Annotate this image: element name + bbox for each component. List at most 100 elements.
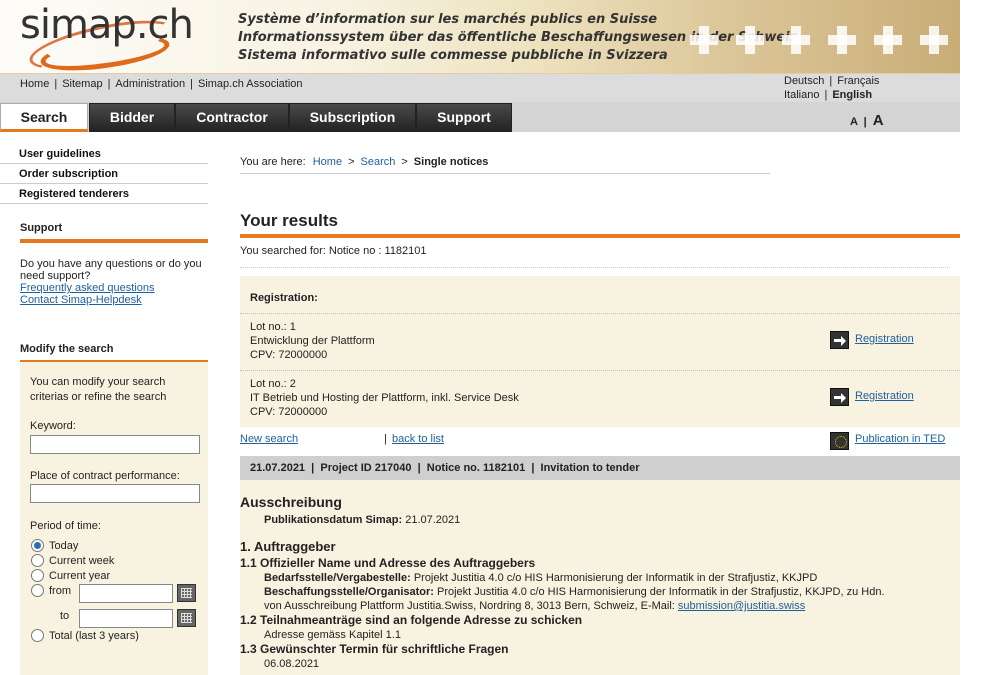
radio-today-label: Today	[49, 540, 79, 552]
radio-total[interactable]	[31, 629, 44, 642]
section-1-1: 1.1 Offizieller Name und Adresse des Auf…	[240, 556, 536, 570]
link-sitemap[interactable]: Sitemap	[62, 78, 102, 90]
breadcrumb-separator: >	[348, 156, 355, 168]
place-label: Place of contract performance:	[30, 470, 180, 482]
font-small-button[interactable]: A	[850, 116, 858, 128]
swiss-cross-icon	[736, 26, 764, 54]
lot-details: Lot no.: 1 Entwicklung der Plattform CPV…	[250, 320, 375, 362]
radio-total-label: Total (last 3 years)	[49, 630, 139, 642]
page-title: Your results	[240, 211, 960, 238]
registration-link[interactable]: Registration	[855, 390, 914, 402]
beschaffungsstelle: Beschaffungsstelle/Organisator: Projekt …	[264, 586, 885, 598]
arrow-right-icon[interactable]	[830, 331, 849, 349]
breadcrumb: You are here: Home > Search > Single notices	[240, 156, 770, 174]
back-to-list-link[interactable]: back to list	[392, 433, 444, 445]
place-input[interactable]	[30, 484, 200, 503]
beschaff-value: Projekt Justitia 4.0 c/o HIS Harmonisier…	[437, 586, 885, 598]
header-banner: simap.ch Système d’information sur les m…	[0, 0, 960, 73]
breadcrumb-search[interactable]: Search	[361, 156, 396, 168]
lang-deutsch[interactable]: Deutsch	[784, 75, 824, 87]
support-text: Do you have any questions or do you need…	[20, 258, 202, 282]
lang-english: English	[832, 89, 873, 101]
radio-current-week-label: Current week	[49, 555, 115, 567]
lot-number: Lot no.: 2	[250, 378, 296, 390]
beschaff-label: Beschaffungsstelle/Organisator:	[264, 586, 434, 598]
language-switcher: Deutsch | Français Italiano | English	[784, 74, 879, 102]
tab-subscription[interactable]: Subscription	[289, 103, 416, 132]
swiss-cross-icon	[920, 26, 948, 54]
date-to-input[interactable]	[79, 609, 173, 628]
lot-name: Entwicklung der Plattform	[250, 335, 375, 347]
lang-francais[interactable]: Français	[837, 75, 879, 87]
separator: |	[54, 78, 58, 90]
section-1-3: 1.3 Gewünschter Termin für schriftliche …	[240, 642, 509, 656]
lot-number: Lot no.: 1	[250, 321, 296, 333]
radio-current-year[interactable]	[31, 569, 44, 582]
radio-from[interactable]	[31, 584, 44, 597]
swiss-cross-icon	[874, 26, 902, 54]
registration-box: Registration: Lot no.: 1 Entwicklung der…	[240, 276, 960, 427]
tagline-it: Sistema informativo sulle commesse pubbl…	[238, 48, 668, 63]
tab-contractor[interactable]: Contractor	[175, 103, 289, 132]
main-tabs: Search Bidder Contractor Subscription Su…	[0, 102, 960, 132]
tab-bidder[interactable]: Bidder	[89, 103, 175, 132]
registration-link[interactable]: Registration	[855, 333, 914, 345]
section-auftraggeber: 1. Auftraggeber	[240, 539, 336, 554]
top-links: Home | Sitemap | Administration | Simap.ch Ass…	[20, 78, 303, 90]
sidebar-item-user-guidelines[interactable]: User guidelines	[0, 144, 208, 164]
sidebar-item-registered-tenderers[interactable]: Registered tenderers	[0, 184, 208, 204]
new-search-link[interactable]: New search	[240, 433, 298, 445]
pub-value: 21.07.2021	[405, 514, 461, 526]
separator: |	[863, 116, 867, 128]
logo-text: simap.ch	[20, 2, 194, 48]
breadcrumb-current: Single notices	[413, 156, 489, 168]
searched-for-text: You searched for: Notice no : 1182101	[240, 245, 950, 268]
simap-logo[interactable]: simap.ch	[18, 0, 228, 73]
lot-item: Lot no.: 1 Entwicklung der Plattform CPV…	[240, 313, 960, 369]
publication-date: Publikationsdatum Simap: 21.07.2021	[264, 514, 460, 526]
separator: |	[829, 75, 833, 87]
date-from-input[interactable]	[79, 584, 173, 603]
tab-search[interactable]: Search	[0, 103, 88, 132]
link-home[interactable]: Home	[20, 78, 49, 90]
tab-support[interactable]: Support	[416, 103, 512, 132]
swiss-cross-icon	[782, 26, 810, 54]
registration-heading: Registration:	[250, 292, 318, 304]
link-administration[interactable]: Administration	[115, 78, 185, 90]
breadcrumb-home[interactable]: Home	[313, 156, 342, 168]
top-navigation: Home | Sitemap | Administration | Simap.ch Ass…	[0, 73, 960, 102]
bedarf-label: Bedarfsstelle/Vergabestelle:	[264, 572, 411, 584]
lot-item: Lot no.: 2 IT Betrieb und Hosting der Pl…	[240, 370, 960, 426]
font-large-button[interactable]: A	[873, 112, 884, 129]
section-1-2: 1.2 Teilnahmeanträge sind an folgende Ad…	[240, 613, 583, 627]
keyword-input[interactable]	[30, 435, 200, 454]
separator: |	[190, 78, 193, 90]
ted-publication-link[interactable]: Publication in TED	[855, 433, 945, 445]
arrow-right-icon[interactable]	[830, 388, 849, 406]
radio-current-year-label: Current year	[49, 570, 111, 582]
bedarfsstelle: Bedarfsstelle/Vergabestelle: Projekt Jus…	[264, 572, 817, 584]
helpdesk-link[interactable]: Contact Simap-Helpdesk	[20, 294, 208, 306]
email-link[interactable]: submission@justitia.swiss	[678, 600, 805, 612]
sidebar-item-order-subscription[interactable]: Order subscription	[0, 164, 208, 184]
calendar-icon[interactable]	[177, 609, 196, 627]
breadcrumb-prefix: You are here:	[240, 156, 306, 168]
to-label: to	[60, 610, 70, 622]
section-ausschreibung: Ausschreibung	[240, 494, 342, 510]
lot-name: IT Betrieb und Hosting der Plattform, in…	[250, 392, 519, 404]
separator: |	[107, 78, 111, 90]
faq-link[interactable]: Frequently asked questions	[20, 282, 208, 294]
separator: |	[384, 433, 387, 445]
radio-current-week[interactable]	[31, 554, 44, 567]
calendar-icon[interactable]	[177, 584, 196, 602]
lot-cpv: CPV: 72000000	[250, 406, 328, 418]
period-label: Period of time:	[30, 520, 101, 532]
lang-italiano[interactable]: Italiano	[784, 89, 819, 101]
keyword-label: Keyword:	[30, 420, 76, 432]
radio-today[interactable]	[31, 539, 44, 552]
link-association[interactable]: Simap.ch Association	[198, 78, 303, 90]
radio-from-label: from	[49, 585, 71, 597]
pub-label: Publikationsdatum Simap:	[264, 514, 403, 526]
eu-stars-icon[interactable]	[830, 432, 849, 450]
modify-search-title: Modify the search	[20, 343, 208, 364]
